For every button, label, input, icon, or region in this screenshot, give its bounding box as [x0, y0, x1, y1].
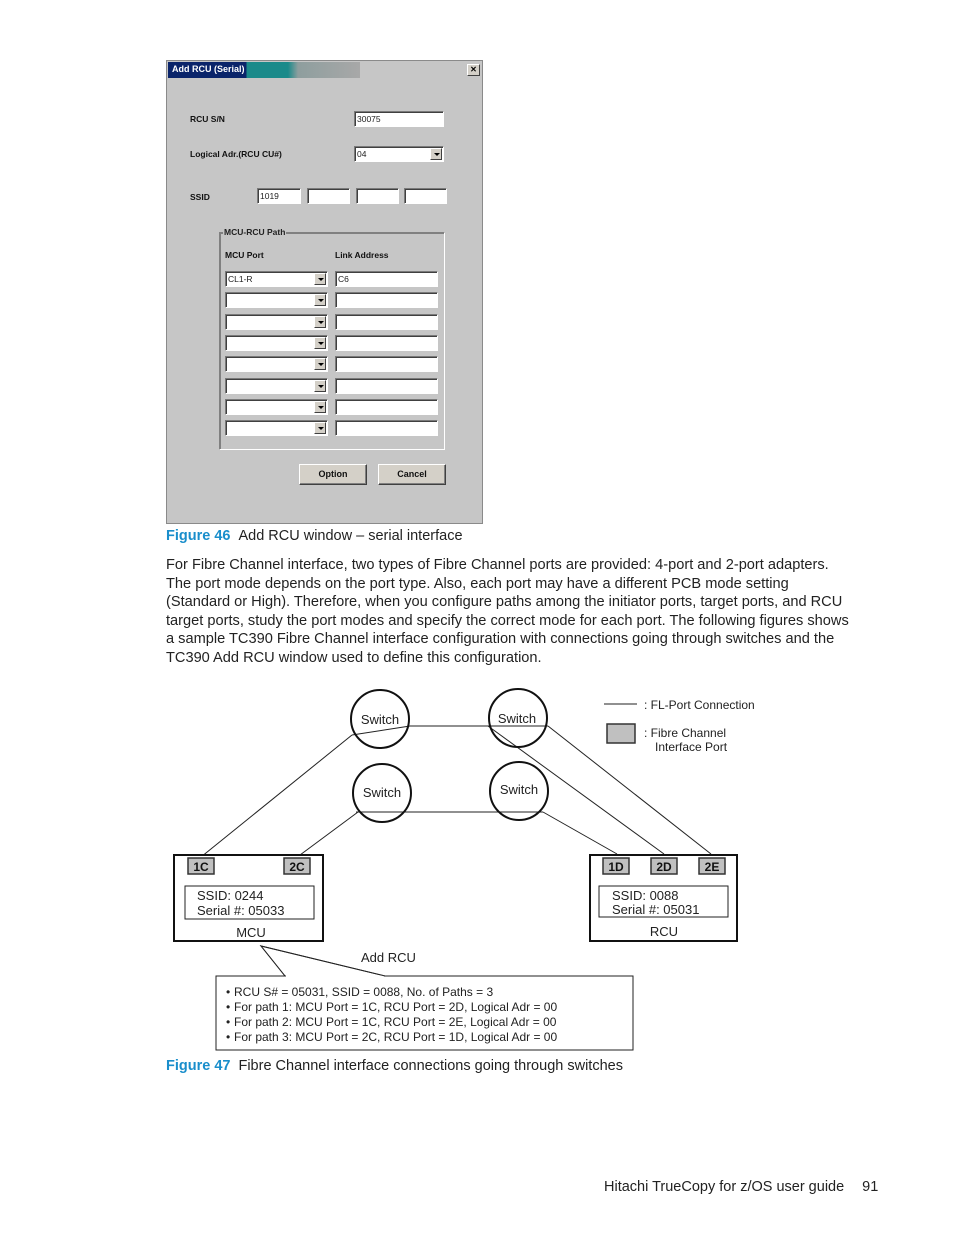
legend-port-label-2: Interface Port — [655, 740, 728, 754]
switch-label: Switch — [498, 711, 536, 726]
legend-port-label-1: : Fibre Channel — [644, 726, 726, 740]
rcu-serial: Serial #: 05031 — [612, 902, 699, 917]
switch-label: Switch — [363, 785, 401, 800]
rcu-port-label: 2E — [705, 860, 720, 874]
rcu-port-label: 1D — [608, 860, 624, 874]
fibre-channel-diagram: Switch Switch Switch Switch : FL-Port Co… — [173, 688, 755, 1051]
connection-line — [351, 725, 411, 736]
figure-47-caption: Figure 47 Fibre Channel interface connect… — [166, 1058, 623, 1074]
callout-bullet: • — [226, 985, 230, 999]
figure-47-label: Figure 47 — [166, 1058, 231, 1074]
callout-bullet: • — [226, 1000, 230, 1014]
mcu-ssid: SSID: 0244 — [197, 888, 264, 903]
mcu-port-label: 2C — [289, 860, 305, 874]
callout-line: RCU S# = 05031, SSID = 0088, No. of Path… — [234, 985, 493, 999]
rcu-name: RCU — [650, 924, 678, 939]
callout-title: Add RCU — [361, 950, 416, 965]
rcu-port-label: 2D — [656, 860, 672, 874]
page-number: 91 — [862, 1179, 879, 1195]
legend-line-label: : FL-Port Connection — [644, 698, 755, 712]
callout-bullet: • — [226, 1030, 230, 1044]
mcu-name: MCU — [236, 925, 266, 940]
callout-line: For path 3: MCU Port = 2C, RCU Port = 1D… — [234, 1030, 557, 1044]
footer-title: Hitachi TrueCopy for z/OS user guide — [604, 1179, 845, 1195]
callout-bullet: • — [226, 1015, 230, 1029]
callout-line: For path 1: MCU Port = 1C, RCU Port = 2D… — [234, 1000, 557, 1014]
connection-line — [200, 734, 353, 858]
switch-label: Switch — [361, 712, 399, 727]
rcu-ssid: SSID: 0088 — [612, 888, 679, 903]
mcu-port-label: 1C — [193, 860, 209, 874]
legend-port-swatch — [606, 723, 636, 744]
mcu-serial: Serial #: 05033 — [197, 903, 284, 918]
figure-47-text: Fibre Channel interface connections goin… — [238, 1058, 623, 1074]
page-footer: Hitachi TrueCopy for z/OS user guide 91 — [604, 1179, 878, 1195]
connection-line — [542, 811, 618, 855]
connection-line — [299, 811, 359, 856]
switch-label: Switch — [500, 782, 538, 797]
callout-line: For path 2: MCU Port = 1C, RCU Port = 2E… — [234, 1015, 557, 1029]
